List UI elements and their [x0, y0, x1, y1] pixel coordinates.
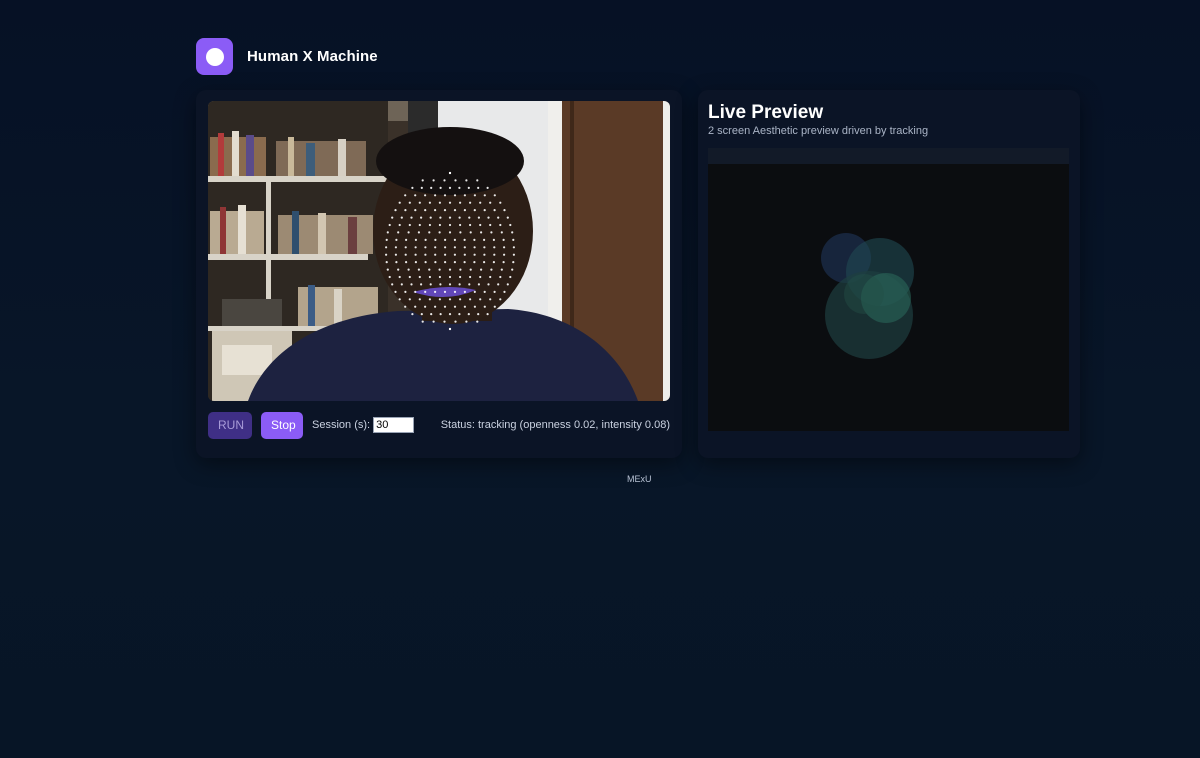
preview-area — [708, 148, 1069, 431]
session-label: Session (s): — [312, 419, 371, 431]
camera-controls: RUN Stop Session (s): Status: tracking (… — [208, 411, 670, 439]
preview-blob — [844, 274, 884, 314]
logo-circle-icon — [205, 47, 224, 66]
stop-button[interactable]: Stop — [261, 411, 303, 439]
run-button[interactable]: RUN — [208, 411, 252, 439]
camera-feed — [208, 101, 670, 401]
status-text: Status: tracking (openness 0.02, intensi… — [440, 419, 670, 431]
footer-text: MExU — [627, 474, 652, 484]
app-header: Human X Machine — [196, 38, 378, 75]
preview-title: Live Preview — [708, 102, 824, 123]
app-logo-icon — [196, 38, 233, 75]
app-title: Human X Machine — [247, 48, 378, 65]
camera-card: RUN Stop Session (s): Status: tracking (… — [196, 90, 682, 458]
session-input[interactable] — [373, 417, 415, 433]
preview-canvas — [708, 164, 1069, 431]
preview-subtitle: 2 screen Aesthetic preview driven by tra… — [708, 125, 929, 137]
live-preview-card: Live Preview 2 screen Aesthetic preview … — [698, 90, 1080, 458]
